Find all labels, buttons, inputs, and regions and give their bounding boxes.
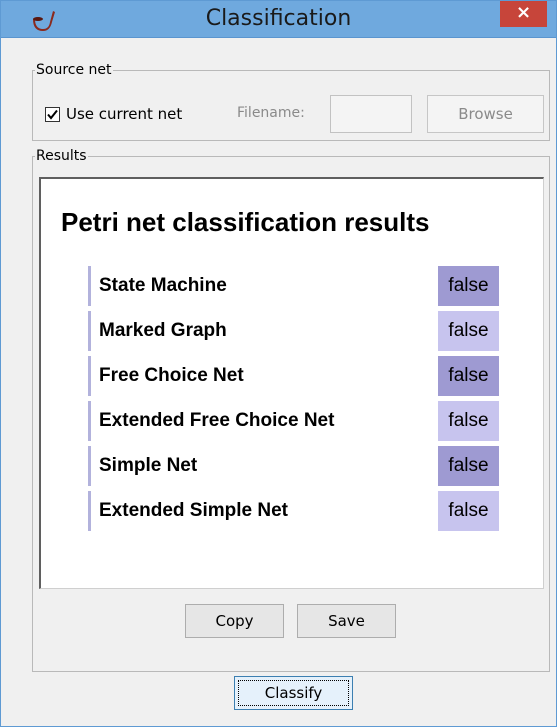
result-value: false [438,311,499,351]
result-row-extended-simple-net: Extended Simple Net false [88,491,501,531]
result-row-simple-net: Simple Net false [88,446,501,486]
results-legend: Results [36,148,87,164]
use-current-net-label: Use current net [66,105,183,123]
use-current-net-checkbox[interactable] [45,106,60,122]
save-button[interactable]: Save [297,604,396,638]
result-value: false [438,491,499,531]
browse-button[interactable]: Browse [427,95,544,133]
result-label: Extended Free Choice Net [99,410,335,431]
close-button[interactable]: × [500,1,547,27]
classify-button[interactable]: Classify [234,676,353,710]
result-label: Simple Net [99,455,198,476]
results-heading: Petri net classification results [61,207,430,237]
result-row-extended-free-choice-net: Extended Free Choice Net false [88,401,501,441]
classify-label: Classify [264,684,323,702]
result-value: false [438,266,499,306]
classification-window: Classification × Source net Use current … [0,0,557,727]
checkmark-icon [47,109,58,120]
result-label: Free Choice Net [99,365,244,386]
use-current-net-option[interactable]: Use current net [45,101,182,127]
result-value: false [438,401,499,441]
result-row-state-machine: State Machine false [88,266,501,306]
result-value: false [438,356,499,396]
title-bar[interactable]: Classification × [1,1,556,38]
filename-label: Filename: [237,105,305,121]
result-row-free-choice-net: Free Choice Net false [88,356,501,396]
result-label: State Machine [99,275,227,296]
source-net-legend: Source net [36,62,112,78]
result-label: Extended Simple Net [99,500,288,521]
result-value: false [438,446,499,486]
filename-input[interactable] [330,95,412,133]
copy-button[interactable]: Copy [185,604,284,638]
result-row-marked-graph: Marked Graph false [88,311,501,351]
result-label: Marked Graph [99,320,227,341]
window-title: Classification [205,6,352,31]
